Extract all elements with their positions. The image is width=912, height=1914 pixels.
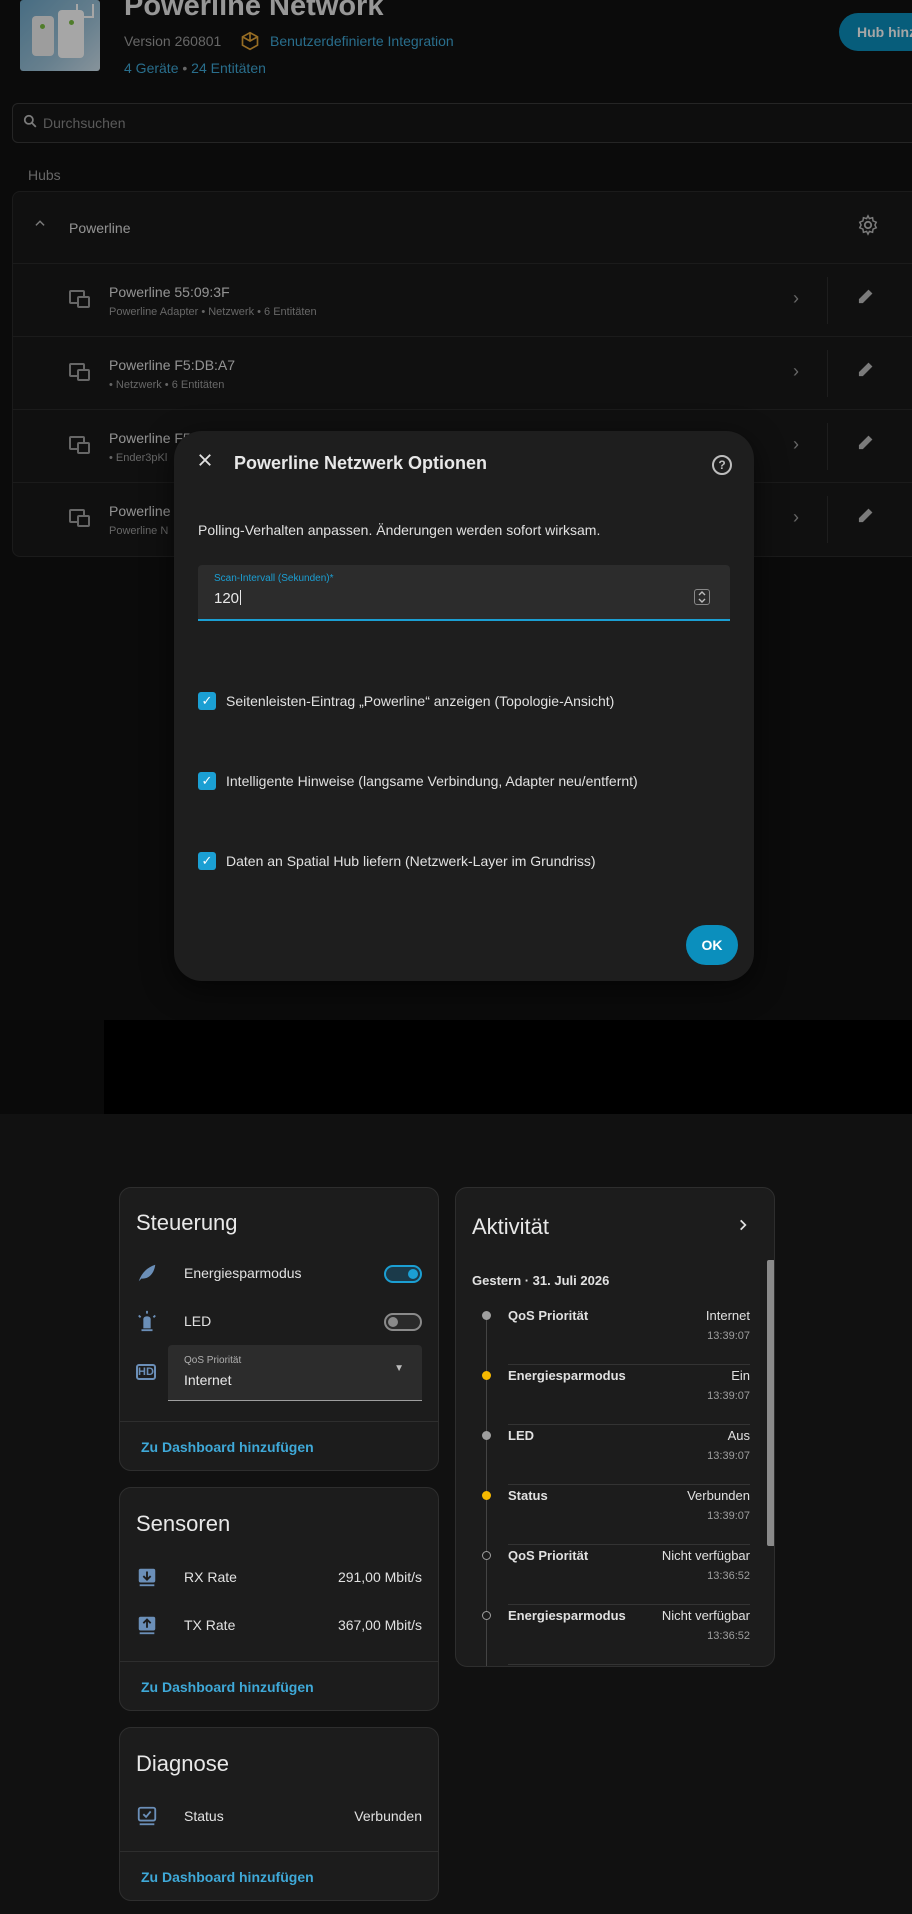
energy-saving-row[interactable]: Energiesparmodus — [120, 1253, 438, 1293]
help-icon[interactable]: ? — [712, 455, 732, 475]
activity-time: 13:39:07 — [707, 1510, 750, 1522]
activity-value: Nicht verfügbar — [661, 1548, 750, 1563]
dialog-title: Powerline Netzwerk Optionen — [234, 453, 488, 473]
hd-icon: HD — [136, 1364, 156, 1380]
scan-interval-input[interactable]: 120 — [214, 590, 242, 607]
checkbox-checked-icon[interactable]: ✓ — [198, 852, 216, 870]
select-value: Internet — [184, 1372, 232, 1388]
card-title: Aktivität — [472, 1214, 550, 1239]
stepper-icon[interactable] — [694, 589, 710, 605]
diagnostics-card: Diagnose Status Verbunden Zu Dashboard h… — [119, 1727, 439, 1901]
checkbox-label: Daten an Spatial Hub liefern (Netzwerk-L… — [226, 853, 596, 869]
activity-name: Energiesparmodus — [508, 1368, 626, 1383]
add-to-dashboard-link[interactable]: Zu Dashboard hinzufügen — [141, 1439, 314, 1455]
checkbox-label: Seitenleisten-Eintrag „Powerline“ anzeig… — [226, 693, 615, 709]
activity-item[interactable]: QoS Priorität Nicht verfügbar 13:36:52 — [456, 1545, 774, 1605]
entity-name: Energiesparmodus — [184, 1265, 302, 1281]
sensors-card: Sensoren RX Rate 291,00 Mbit/s TX Rate 3… — [119, 1487, 439, 1711]
card-title: Diagnose — [136, 1751, 229, 1776]
activity-item[interactable]: LED Aus 13:39:07 — [456, 1425, 774, 1485]
activity-name: QoS Priorität — [508, 1548, 589, 1563]
timeline-dot — [482, 1431, 491, 1440]
select-label: QoS Priorität — [184, 1355, 242, 1366]
leaf-icon — [136, 1262, 158, 1284]
activity-value: Ein — [731, 1368, 750, 1383]
activity-card: Aktivität Gestern · 31. Juli 2026 QoS Pr… — [455, 1187, 775, 1667]
entity-value: 367,00 Mbit/s — [337, 1617, 422, 1633]
activity-time: 13:39:07 — [707, 1330, 750, 1342]
activity-name: Energiesparmodus — [508, 1608, 626, 1623]
energy-saving-toggle[interactable] — [384, 1265, 422, 1283]
options-dialog: Powerline Netzwerk Optionen ? Polling-Ve… — [174, 431, 754, 981]
timeline-dot — [482, 1611, 491, 1620]
scan-interval-value: 120 — [214, 590, 240, 607]
timeline-dot — [482, 1491, 491, 1500]
activity-name: LED — [508, 1428, 534, 1443]
chevron-right-icon[interactable] — [736, 1216, 750, 1237]
rx-rate-row[interactable]: RX Rate 291,00 Mbit/s — [120, 1557, 438, 1597]
activity-time: 13:36:52 — [707, 1570, 750, 1582]
activity-name: QoS Priorität — [508, 1308, 589, 1323]
tx-rate-row[interactable]: TX Rate 367,00 Mbit/s — [120, 1605, 438, 1645]
led-icon — [136, 1310, 158, 1332]
activity-date: Gestern · 31. Juli 2026 — [472, 1273, 610, 1288]
activity-item[interactable]: QoS Priorität Internet 13:39:07 — [456, 1305, 774, 1365]
entity-value: Verbunden — [354, 1808, 422, 1824]
scrollbar[interactable] — [767, 1260, 774, 1546]
dropdown-arrow-icon[interactable]: ▼ — [394, 1363, 404, 1374]
sidebar-entry-option[interactable]: ✓ Seitenleisten-Eintrag „Powerline“ anze… — [198, 690, 614, 712]
activity-time: 13:39:07 — [707, 1390, 750, 1402]
led-toggle[interactable] — [384, 1313, 422, 1331]
entity-name: Status — [184, 1808, 224, 1824]
upload-icon — [136, 1614, 158, 1636]
controls-card: Steuerung Energiesparmodus LED HD QoS Pr… — [119, 1187, 439, 1471]
add-to-dashboard-link[interactable]: Zu Dashboard hinzufügen — [141, 1869, 314, 1885]
activity-value: Internet — [705, 1308, 750, 1323]
entity-name: LED — [184, 1313, 212, 1329]
activity-time: 13:39:07 — [707, 1450, 750, 1462]
scan-interval-label: Scan-Intervall (Sekunden)* — [214, 573, 334, 584]
card-footer: Zu Dashboard hinzufügen — [120, 1421, 438, 1471]
led-row[interactable]: LED — [120, 1301, 438, 1341]
activity-name: Status — [508, 1488, 548, 1503]
dialog-description: Polling-Verhalten anpassen. Änderungen w… — [198, 522, 601, 538]
timeline-dot — [482, 1371, 491, 1380]
card-title: Steuerung — [136, 1210, 238, 1235]
timeline-dot — [482, 1311, 491, 1320]
card-footer: Zu Dashboard hinzufügen — [120, 1851, 438, 1901]
checkbox-label: Intelligente Hinweise (langsame Verbindu… — [226, 773, 638, 789]
card-footer: Zu Dashboard hinzufügen — [120, 1661, 438, 1711]
entity-value: 291,00 Mbit/s — [337, 1569, 422, 1585]
activity-item[interactable]: Energiesparmodus Ein 13:39:07 — [456, 1365, 774, 1425]
qos-select[interactable]: QoS Priorität Internet ▼ — [168, 1345, 422, 1401]
add-to-dashboard-link[interactable]: Zu Dashboard hinzufügen — [141, 1679, 314, 1695]
ok-button[interactable]: OK — [686, 925, 738, 965]
activity-value: Verbunden — [687, 1488, 750, 1503]
dark-band-left — [0, 1020, 104, 1114]
smart-hints-option[interactable]: ✓ Intelligente Hinweise (langsame Verbin… — [198, 770, 638, 792]
scan-interval-field[interactable]: Scan-Intervall (Sekunden)* 120 — [198, 565, 730, 621]
close-icon[interactable] — [196, 451, 214, 475]
activity-time: 13:36:52 — [707, 1630, 750, 1642]
activity-item[interactable]: Status Verbunden 13:39:07 — [456, 1485, 774, 1545]
status-row[interactable]: Status Verbunden — [120, 1796, 438, 1836]
activity-value: Aus — [727, 1428, 750, 1443]
spatial-hub-option[interactable]: ✓ Daten an Spatial Hub liefern (Netzwerk… — [198, 850, 596, 872]
entity-name: TX Rate — [184, 1617, 236, 1633]
checkbox-checked-icon[interactable]: ✓ — [198, 692, 216, 710]
timeline-dot — [482, 1551, 491, 1560]
dark-band — [0, 1020, 912, 1114]
checkbox-checked-icon[interactable]: ✓ — [198, 772, 216, 790]
activity-value: Nicht verfügbar — [661, 1608, 750, 1623]
download-icon — [136, 1566, 158, 1588]
card-title: Sensoren — [136, 1511, 231, 1536]
entity-name: RX Rate — [184, 1569, 237, 1585]
monitor-check-icon — [136, 1805, 158, 1827]
activity-item[interactable]: Energiesparmodus Nicht verfügbar 13:36:5… — [456, 1605, 774, 1665]
